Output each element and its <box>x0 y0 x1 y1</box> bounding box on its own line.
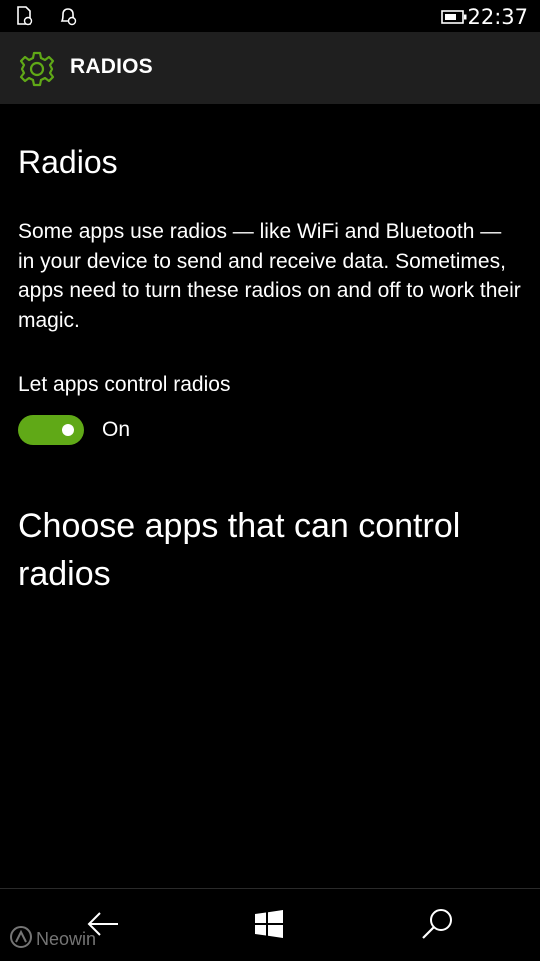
radios-control-toggle[interactable] <box>18 415 84 445</box>
alarm-icon <box>58 6 78 30</box>
description-text: Some apps use radios — like WiFi and Blu… <box>18 220 521 332</box>
toggle-knob <box>62 424 74 436</box>
neowin-logo-icon <box>10 926 32 953</box>
notification-icon <box>16 6 34 30</box>
page-title: Radios <box>18 144 118 180</box>
search-icon[interactable] <box>421 907 455 945</box>
section-title: Choose apps that can control radios <box>18 507 461 593</box>
status-bar: 22:37 <box>0 0 540 32</box>
gear-icon <box>18 50 56 92</box>
windows-start-icon[interactable] <box>254 910 284 942</box>
page-header: RADIOS <box>0 32 540 104</box>
header-title: RADIOS <box>70 55 153 78</box>
neowin-watermark: Neowin <box>10 926 96 953</box>
toggle-state-text: On <box>102 418 131 441</box>
watermark-text: Neowin <box>36 929 97 949</box>
battery-icon <box>441 9 467 28</box>
clock: 22:37 <box>467 5 528 29</box>
toggle-label: Let apps control radios <box>18 373 231 396</box>
